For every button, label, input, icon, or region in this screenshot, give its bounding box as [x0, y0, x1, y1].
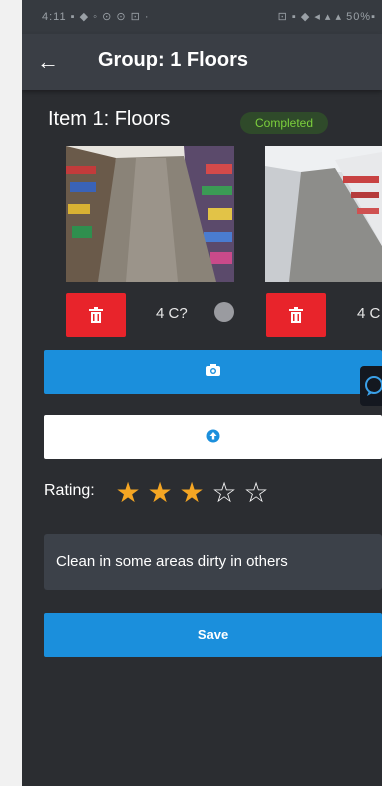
- app-bar: ← Group: 1 Floors: [22, 34, 382, 90]
- star-outline-icon[interactable]: ☆: [208, 477, 240, 509]
- back-button[interactable]: ←: [32, 46, 64, 78]
- delete-photo-1-button[interactable]: [66, 293, 126, 337]
- camera-icon: [206, 364, 220, 376]
- photo-1-select-radio[interactable]: [214, 302, 234, 322]
- page-title: Group: 1 Floors: [98, 49, 248, 71]
- status-bar: 4:11 ▪ ◆ ◦ ⊙ ⊙ ⊡ · ⊡ ▪ ◆ ◂ ▴ ▴ 50%▪: [22, 0, 382, 34]
- arrow-left-icon: ←: [37, 49, 59, 74]
- star-icon[interactable]: ★: [176, 477, 208, 509]
- star-outline-icon[interactable]: ☆: [240, 477, 272, 509]
- star-icon[interactable]: ★: [144, 477, 176, 509]
- upload-icon: [206, 429, 220, 443]
- upload-photo-button[interactable]: [44, 415, 382, 459]
- save-button[interactable]: Save: [44, 613, 382, 657]
- trash-icon: [289, 307, 303, 323]
- rating-label: Rating:: [44, 482, 95, 499]
- photo-2-count: 4 C: [357, 305, 381, 322]
- chat-bubble-icon: [365, 376, 382, 396]
- rating-stars: ★ ★ ★ ☆ ☆: [112, 477, 272, 509]
- floor-photo-1[interactable]: [66, 146, 234, 282]
- trash-icon: [89, 307, 103, 323]
- take-photo-button[interactable]: [44, 350, 382, 394]
- floating-chat-button[interactable]: [360, 366, 382, 406]
- floor-photo-2[interactable]: [265, 146, 382, 282]
- status-right: ⊡ ▪ ◆ ◂ ▴ ▴ 50%▪: [277, 11, 376, 23]
- status-badge: Completed: [240, 112, 328, 134]
- phone-screen: 4:11 ▪ ◆ ◦ ⊙ ⊙ ⊡ · ⊡ ▪ ◆ ◂ ▴ ▴ 50%▪ ← Gr…: [22, 0, 382, 786]
- comment-input[interactable]: Clean in some areas dirty in others: [44, 534, 382, 590]
- status-left: 4:11 ▪ ◆ ◦ ⊙ ⊙ ⊡ ·: [42, 11, 150, 23]
- delete-photo-2-button[interactable]: [266, 293, 326, 337]
- star-icon[interactable]: ★: [112, 477, 144, 509]
- photo-1-count: 4 C?: [156, 305, 188, 322]
- item-title: Item 1: Floors: [48, 108, 171, 130]
